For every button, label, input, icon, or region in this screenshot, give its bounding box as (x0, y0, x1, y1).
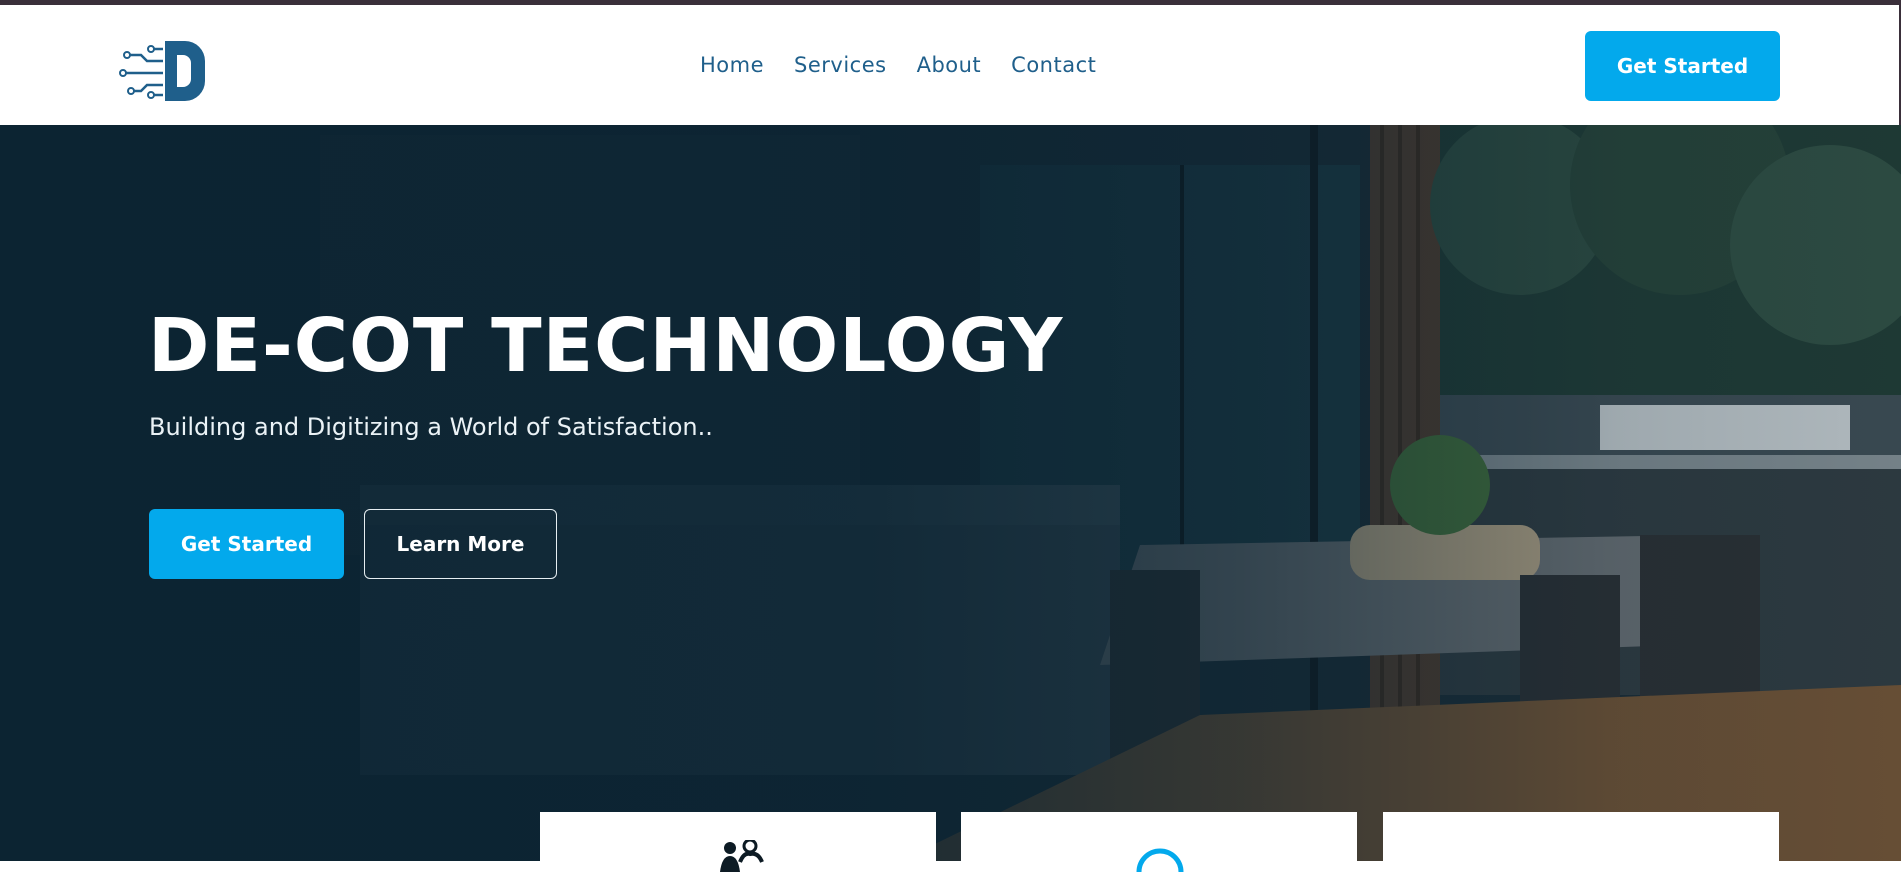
nav-about[interactable]: About (917, 53, 982, 77)
hero-section: DE-COT TECHNOLOGY Building and Digitizin… (0, 125, 1901, 861)
nav-home[interactable]: Home (700, 53, 764, 77)
logo-icon[interactable] (119, 35, 207, 105)
hero-subtitle: Building and Digitizing a World of Satis… (149, 413, 713, 441)
feature-card[interactable] (1383, 812, 1779, 872)
hero-get-started-button[interactable]: Get Started (149, 509, 344, 579)
site-header: Home Services About Contact Get Started (0, 5, 1901, 125)
circle-icon (1136, 848, 1184, 872)
team-icon (720, 840, 764, 872)
hero-title: DE-COT TECHNOLOGY (148, 303, 1064, 389)
nav-contact[interactable]: Contact (1011, 53, 1096, 77)
feature-card[interactable] (540, 812, 936, 872)
header-get-started-button[interactable]: Get Started (1585, 31, 1780, 101)
hero-overlay (0, 125, 1901, 861)
feature-card[interactable] (961, 812, 1357, 872)
nav-services[interactable]: Services (794, 53, 887, 77)
main-nav: Home Services About Contact (700, 53, 1096, 77)
learn-more-button[interactable]: Learn More (364, 509, 557, 579)
